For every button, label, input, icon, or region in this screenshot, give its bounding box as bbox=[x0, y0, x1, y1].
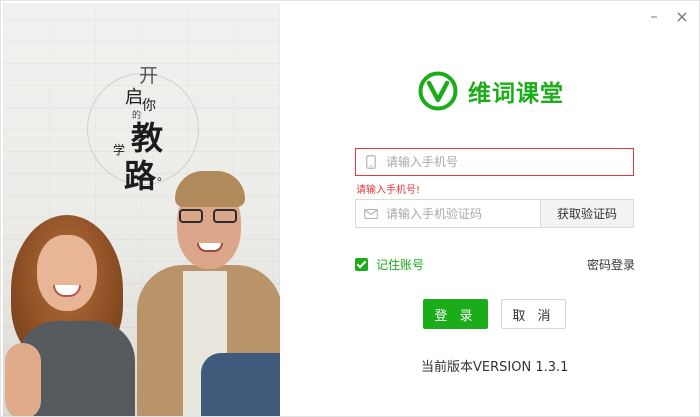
glasses-icon bbox=[179, 209, 239, 223]
man-jeans bbox=[201, 353, 280, 416]
phone-error-message: 请输入手机号! bbox=[356, 185, 421, 196]
phone-icon bbox=[356, 149, 386, 175]
password-login-link[interactable]: 密码登录 bbox=[587, 256, 635, 273]
hero-photo: 开 启 你 的 教 学 路 。 bbox=[3, 3, 280, 416]
login-window: 开 启 你 的 教 学 路 。 – × 维词课堂 请输入手机号 请输入手机号! … bbox=[0, 0, 700, 417]
woman-arm bbox=[5, 343, 41, 416]
get-code-button[interactable]: 获取验证码 bbox=[540, 199, 634, 228]
v-logo-icon bbox=[418, 71, 458, 111]
remember-account[interactable]: 记住账号 bbox=[355, 256, 424, 273]
code-input[interactable] bbox=[386, 200, 540, 227]
remember-checkbox[interactable] bbox=[355, 258, 368, 271]
slogan-char: 路 bbox=[124, 157, 157, 195]
code-field[interactable] bbox=[355, 199, 541, 228]
slogan-char: 你 bbox=[142, 98, 156, 114]
slogan-char: 。 bbox=[157, 169, 170, 183]
mail-icon bbox=[356, 200, 386, 227]
slogan-char: 启 bbox=[125, 87, 143, 108]
remember-label[interactable]: 记住账号 bbox=[376, 256, 424, 273]
minimize-button[interactable]: – bbox=[646, 9, 662, 25]
app-name: 维词课堂 bbox=[468, 81, 564, 107]
woman-face bbox=[37, 235, 97, 311]
phone-input[interactable] bbox=[386, 149, 633, 175]
cancel-button[interactable]: 取 消 bbox=[501, 299, 566, 329]
close-button[interactable]: × bbox=[674, 9, 690, 25]
app-logo: 维词课堂 bbox=[418, 71, 564, 111]
phone-field[interactable] bbox=[355, 148, 634, 176]
version-label: 当前版本VERSION 1.3.1 bbox=[421, 360, 569, 375]
man-hair bbox=[175, 171, 245, 207]
login-button[interactable]: 登 录 bbox=[423, 299, 488, 329]
